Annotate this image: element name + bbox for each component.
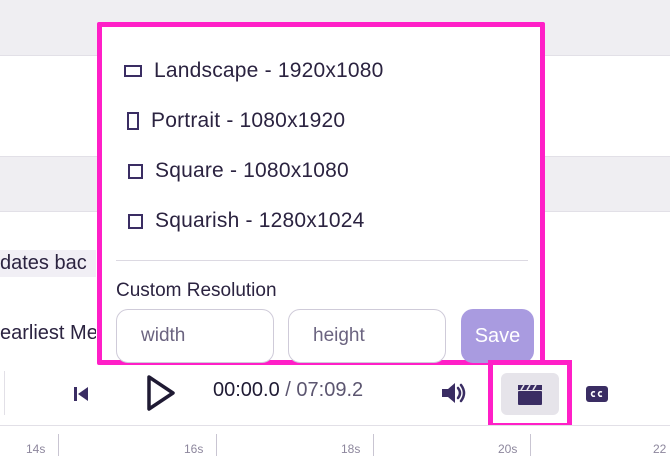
timeline-label: 16s: [184, 442, 204, 456]
timeline-tick: [216, 434, 217, 456]
transcript-line[interactable]: dates bac: [0, 250, 96, 277]
player-toolbar: 00:00.0 / 07:09.2: [0, 360, 670, 428]
timeline-ruler[interactable]: 14s 16s 18s 20s 22: [0, 425, 670, 463]
time-display: 00:00.0 / 07:09.2: [213, 379, 363, 402]
timeline-label: 18s: [341, 442, 361, 456]
squarish-icon: [128, 213, 143, 229]
skip-back-icon: [74, 387, 88, 401]
toolbar-divider: [4, 371, 5, 415]
skip-back-button[interactable]: [66, 379, 96, 409]
resolution-option-label: Square - 1080x1080: [155, 159, 349, 182]
portrait-icon: [127, 112, 139, 130]
volume-icon: [442, 383, 466, 403]
resolution-option-label: Squarish - 1280x1024: [155, 209, 365, 232]
save-button[interactable]: Save: [461, 309, 534, 363]
resolution-option-squarish[interactable]: Squarish - 1280x1024: [128, 209, 364, 233]
clapperboard-icon: [518, 384, 542, 405]
resolution-dropdown: Landscape - 1920x1080 Portrait - 1080x19…: [97, 22, 545, 365]
volume-button[interactable]: [437, 377, 471, 409]
total-time: 07:09.2: [296, 379, 364, 401]
resolution-toggle-highlight: [488, 360, 572, 428]
play-icon: [147, 375, 175, 411]
timeline-label: 22: [653, 442, 667, 456]
resolution-option-label: Portrait - 1080x1920: [151, 109, 346, 132]
closed-captions-button[interactable]: [582, 379, 612, 409]
resolution-option-label: Landscape - 1920x1080: [154, 59, 384, 82]
landscape-icon: [124, 65, 142, 77]
time-separator: /: [279, 379, 297, 401]
resolution-option-portrait[interactable]: Portrait - 1080x1920: [127, 109, 345, 133]
transcript-line[interactable]: earliest Me: [0, 322, 96, 345]
width-input[interactable]: [116, 309, 274, 363]
resolution-option-landscape[interactable]: Landscape - 1920x1080: [124, 59, 384, 83]
custom-resolution-label: Custom Resolution: [116, 280, 277, 301]
square-icon: [128, 163, 143, 179]
current-time: 00:00.0: [213, 379, 280, 401]
play-button[interactable]: [140, 371, 182, 415]
height-input[interactable]: [288, 309, 446, 363]
closed-captions-icon: [586, 386, 608, 402]
timeline-tick: [58, 434, 59, 456]
timeline-tick: [530, 434, 531, 456]
menu-divider: [116, 260, 528, 261]
resolution-toggle-button[interactable]: [501, 373, 559, 415]
timeline-label: 14s: [26, 442, 46, 456]
timeline-label: 20s: [498, 442, 518, 456]
resolution-option-square[interactable]: Square - 1080x1080: [128, 159, 349, 183]
timeline-tick: [373, 434, 374, 456]
